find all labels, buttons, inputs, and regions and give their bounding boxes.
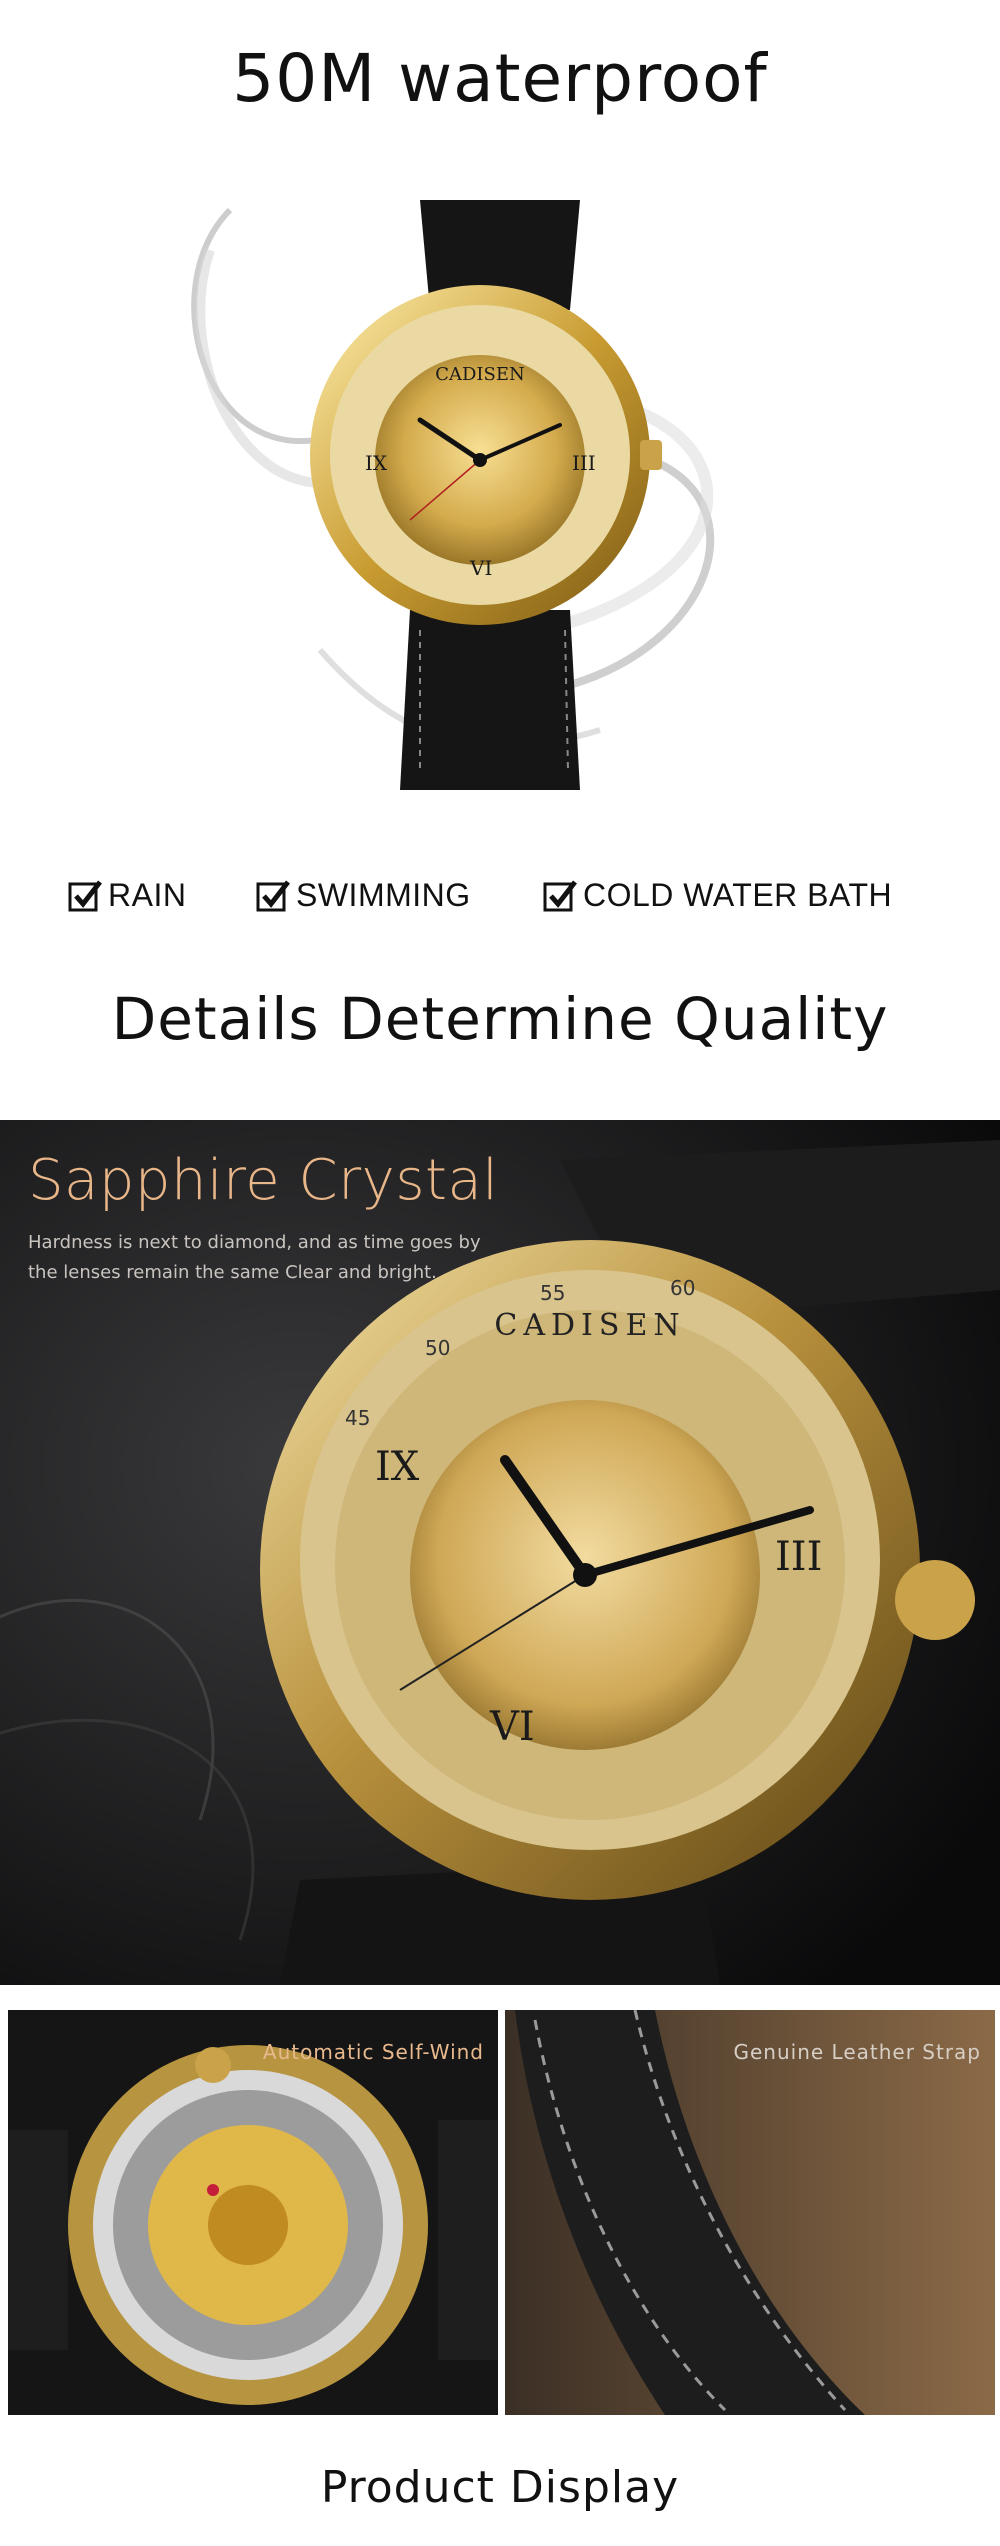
detail-photos: Automatic Self-Wind Genuine Leather Stra… — [0, 2010, 1000, 2420]
feature-label: SWIMMING — [296, 876, 471, 913]
dial-number: 60 — [670, 1276, 695, 1300]
automatic-wind-label: Automatic Self-Wind — [262, 2040, 484, 2064]
watch-crown — [640, 440, 662, 470]
feature-item: SWIMMING — [256, 865, 471, 925]
dial-roman-bottom-large: VI — [489, 1704, 535, 1750]
dial-roman-left: IX — [365, 451, 388, 475]
details-title: Details Determine Quality — [111, 985, 889, 1053]
automatic-wind-photo: Automatic Self-Wind — [8, 2010, 498, 2415]
feature-label: COLD WATER BATH — [583, 876, 893, 913]
checkbox-icon — [543, 880, 577, 912]
watch-crown-large — [895, 1560, 975, 1640]
strap-bottom — [400, 610, 580, 790]
dial-number: 50 — [425, 1336, 450, 1360]
hero-watch-image: CADISEN IX III VI — [191, 200, 715, 790]
leather-strap-label: Genuine Leather Strap — [733, 2040, 981, 2064]
checkbox-icon — [68, 880, 102, 912]
dial-roman-left-large: IX — [375, 1444, 420, 1490]
dial-roman-bottom: VI — [469, 556, 492, 580]
sapphire-section: CADISEN IX III VI 50 55 60 45 Sapphire C… — [0, 1120, 1000, 1985]
sapphire-description: Hardness is next to diamond, and as time… — [28, 1232, 481, 1283]
sapphire-title: Sapphire Crystal — [28, 1148, 499, 1213]
dial-number: 55 — [540, 1281, 565, 1305]
dial-brand: CADISEN — [435, 364, 525, 385]
dial-roman-right: III — [572, 451, 596, 475]
feature-checklist: RAIN SWIMMING COLD WATER BATH — [0, 865, 1000, 925]
dial-brand-large: CADISEN — [494, 1308, 685, 1343]
waterproof-section: 50M waterproof CADISEN IX III VI RAIN SW… — [0, 0, 1000, 1120]
product-display-title: Product Display — [320, 2462, 680, 2513]
checkbox-icon — [256, 880, 290, 912]
waterproof-title: 50M waterproof — [232, 40, 768, 117]
feature-label: RAIN — [108, 876, 187, 913]
dial-number: 45 — [345, 1406, 370, 1430]
feature-item: RAIN — [68, 865, 186, 925]
dial-roman-right-large: III — [775, 1534, 822, 1580]
leather-strap-photo: Genuine Leather Strap — [505, 2010, 995, 2415]
feature-item: COLD WATER BATH — [543, 865, 892, 925]
